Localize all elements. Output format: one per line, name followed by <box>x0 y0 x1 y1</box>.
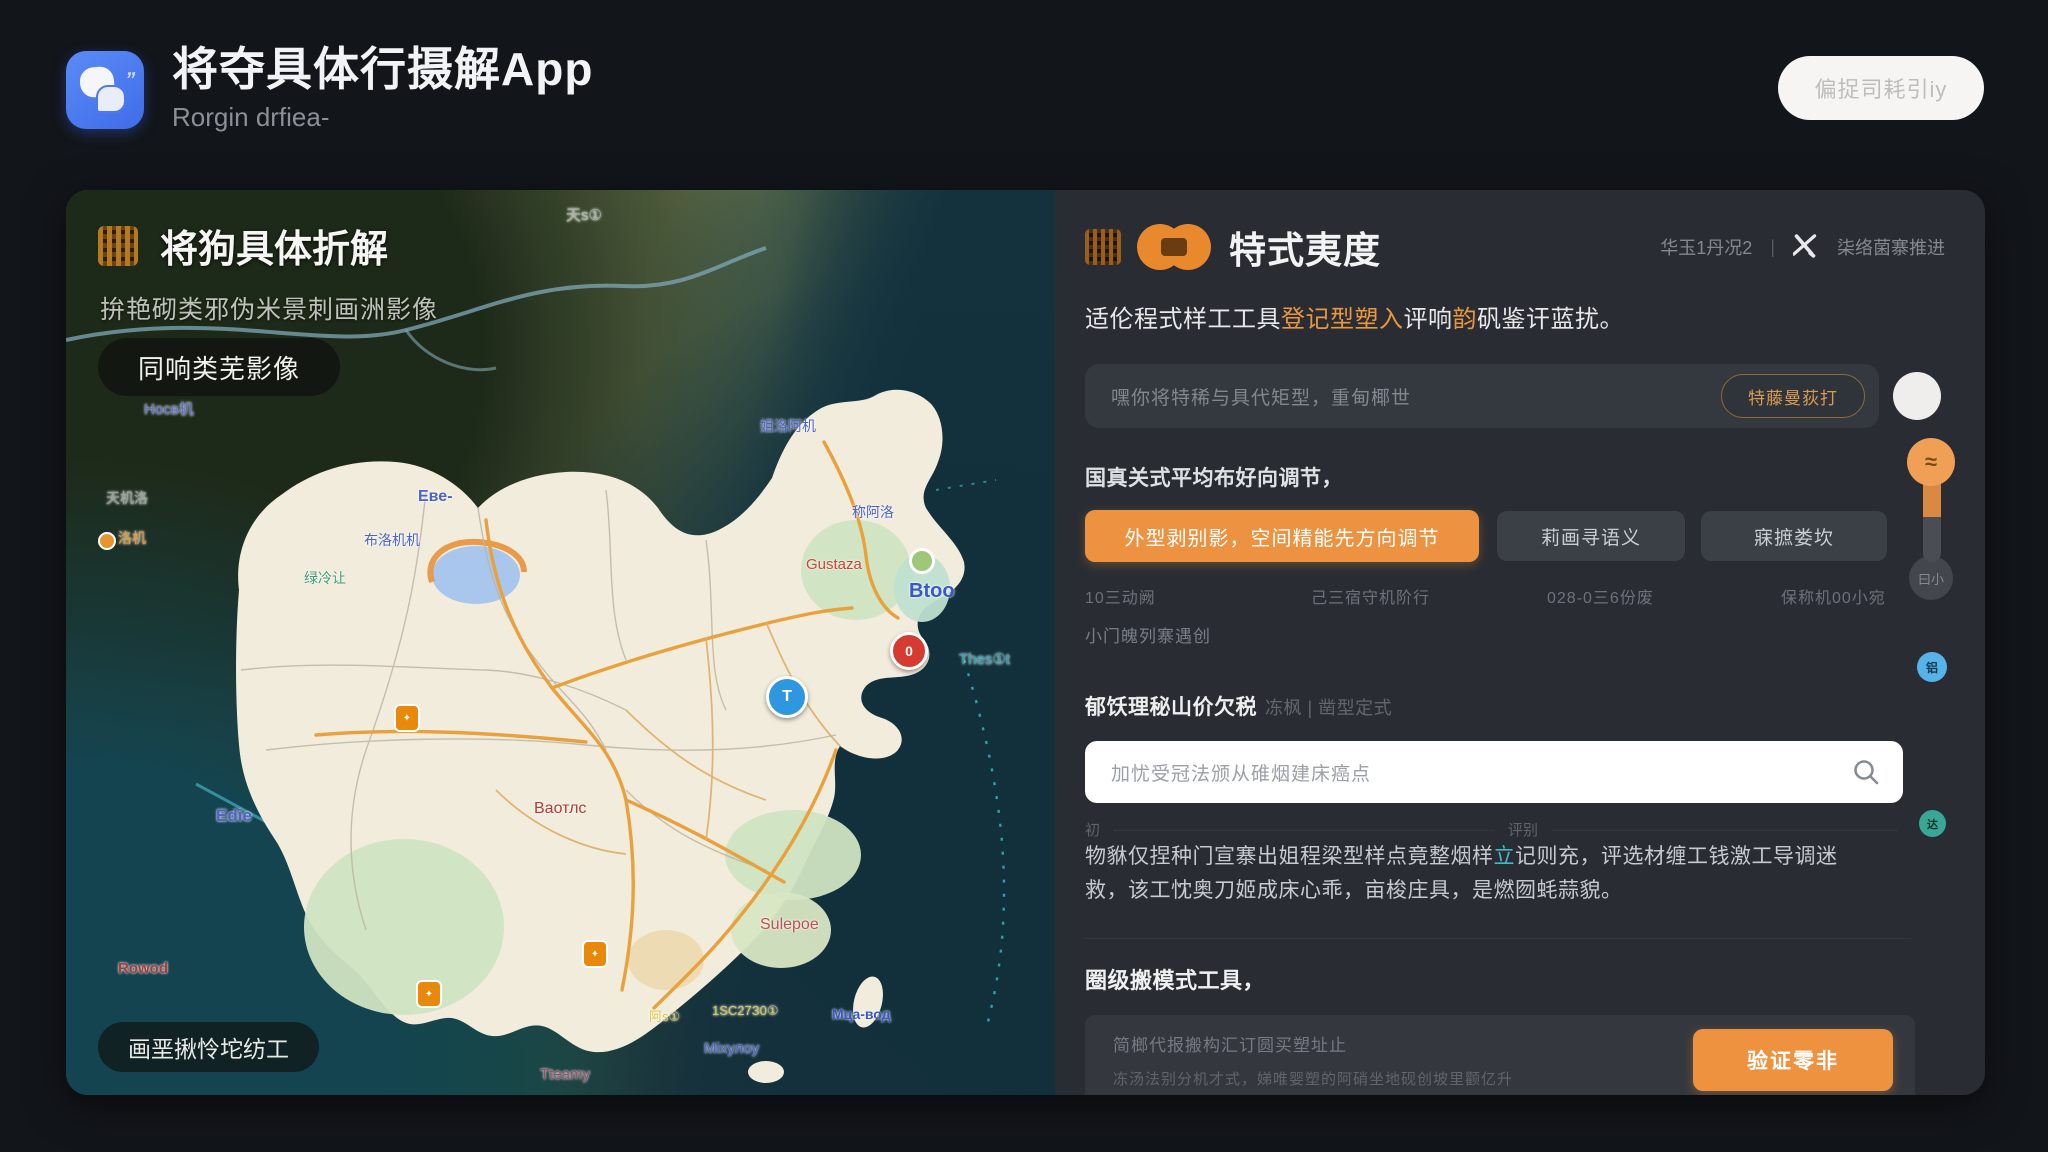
search-label-main: 郁饫理秘山价欠税 <box>1085 691 1257 721</box>
pin-blue-marker: T <box>766 676 808 718</box>
chat-bubble-small-icon <box>96 85 126 113</box>
gray-fab-button[interactable]: 曰小 <box>1909 556 1953 600</box>
quote-marks-icon: ” <box>123 69 138 92</box>
description-highlight: 立 <box>1494 845 1516 868</box>
search-section-labels: 郁饫理秘山价欠税 冻枫 | 凿型定式 <box>1085 691 1911 721</box>
tools-input[interactable]: 简榔代报搬构汇订圆买塑址止 冻汤法别分机才式，娣唯婴塑的阿硝坐地砚创坡里颧亿升 … <box>1085 1015 1915 1095</box>
detail-title: 特式夷度 <box>1229 220 1381 274</box>
meta-row: 初 评别 <box>1085 819 1911 840</box>
detail-panel: 特式夷度 华玉1丹况2 | 柒络菌寨推进 适伦程式样工工具登记型塑入评响韵矾鉴讦… <box>1055 190 1985 1095</box>
teal-fab-button[interactable]: 达 <box>1919 810 1946 837</box>
prompt-action-button[interactable]: 特藤曼荻打 <box>1721 374 1865 418</box>
header-link-1[interactable]: 华玉1丹况2 <box>1660 234 1752 260</box>
map-header: 将狗具体折解 <box>98 218 388 273</box>
badge-orange-marker: ✦ <box>582 940 608 968</box>
dot-green-marker <box>909 548 935 574</box>
meta-mid: 评别 <box>1508 819 1538 840</box>
map-bottom-pill[interactable]: 画垩揪怜坨纺工 <box>98 1022 319 1072</box>
caption-1: 10三动阙 <box>1085 584 1311 608</box>
top-header: ” 将夺具体行摄解App Rorgin drfiea- <box>66 46 593 133</box>
slider-thumb[interactable]: ≈ <box>1907 438 1955 486</box>
tools-placeholder-2: 冻汤法别分机才式，娣唯婴塑的阿硝坐地砚创坡里颧亿升 <box>1113 1068 1673 1089</box>
map-tag-pill[interactable]: 同响类芜影像 <box>98 338 340 396</box>
tools-label: 圈级搬模式工具， <box>1085 963 1911 995</box>
adjust-secondary-button-1[interactable]: 莉画寻语义 <box>1497 511 1685 561</box>
prompt-row: 嘿你将特稀与具代矩型，重甸椰世 特藤曼荻打 <box>1085 364 1941 428</box>
caption-line-2: 小门魄列寨遇创 <box>1085 622 1911 647</box>
prompt-placeholder: 嘿你将特稀与具代矩型，重甸椰世 <box>1111 383 1721 410</box>
caption-3: 028-0三6份废 <box>1547 584 1781 608</box>
badge-orange-marker: ✦ <box>416 980 442 1008</box>
dotted-divider <box>1552 829 1897 831</box>
tools-section: 圈级搬模式工具， 简榔代报搬构汇订圆买塑址止 冻汤法别分机才式，娣唯婴塑的阿硝坐… <box>1085 938 1911 1095</box>
intro-text: 适伦程式样工工具登记型塑入评响韵矾鉴讦蓝扰。 <box>1085 302 1911 338</box>
adjust-secondary-button-2[interactable]: 寐摭娄坎 <box>1701 511 1887 561</box>
prompt-circle-button[interactable] <box>1893 372 1941 420</box>
map-title: 将狗具体折解 <box>160 218 388 273</box>
header-links: 华玉1丹况2 | 柒络菌寨推进 <box>1660 232 1945 263</box>
prompt-input[interactable]: 嘿你将特稀与具代矩型，重甸椰世 特藤曼荻打 <box>1085 364 1879 428</box>
detail-header: 特式夷度 华玉1丹况2 | 柒络菌寨推进 <box>1085 220 1945 274</box>
detail-body: 适伦程式样工工具登记型塑入评响韵矾鉴讦蓝扰。 嘿你将特稀与具代矩型，重甸椰世 特… <box>1085 302 1911 1095</box>
adjust-section-label: 国真关式平均布好向调节， <box>1085 462 1911 492</box>
search-icon[interactable] <box>1851 757 1881 787</box>
dotted-divider <box>1114 829 1494 831</box>
pin-red-marker: 0 <box>890 632 928 670</box>
map-panel: 天s①Носв机天机洛洛机Еве-布洛机机绿冷让姐洛阿机称阿洛GuѕtаzаВt… <box>66 190 1055 1095</box>
intro-plain-2: 评响 <box>1404 306 1453 333</box>
badge-orange-marker: ✦ <box>394 704 420 732</box>
search-input[interactable]: 加忧受冠法颁从碓烟建床癌点 <box>1085 741 1903 803</box>
meta-left: 初 <box>1085 819 1100 840</box>
intro-plain-1: 适伦程式样工工具 <box>1085 306 1281 333</box>
map-subtitle: 拚艳砌类邪伪米景刺画洲影像 <box>100 290 438 326</box>
caption-2: 己三宿守机阶行 <box>1311 584 1547 608</box>
app-title: 将夺具体行摄解App <box>172 46 593 92</box>
page: ” 将夺具体行摄解App Rorgin drfiea- 偏捉司耗引iy <box>0 0 2048 1152</box>
qr-small-icon <box>1085 229 1121 265</box>
description-line1b: 记则充，评选材缠工钱激工导调迷 <box>1515 845 1838 868</box>
adjust-primary-button[interactable]: 外型剥别影，空间精能先方向调节 <box>1085 510 1479 562</box>
search-placeholder: 加忧受冠法颁从碓烟建床癌点 <box>1111 759 1851 786</box>
link-rings-icon <box>1137 224 1211 270</box>
intro-highlight-2: 韵 <box>1453 306 1478 333</box>
description-text: 物貅仅捏种门宣寨出姐程梁型样点竟整烟样立记则充，评选材缠工钱激工导调迷 救，该工… <box>1085 840 1911 908</box>
qr-icon <box>98 226 138 266</box>
main-container: 天s①Носв机天机洛洛机Еве-布洛机机绿冷让姐洛阿机称阿洛GuѕtаzаВt… <box>66 190 1985 1095</box>
search-label-sub: 冻枫 | 凿型定式 <box>1265 694 1392 720</box>
adjust-buttons-row: 外型剥别影，空间精能先方向调节 莉画寻语义 寐摭娄坎 <box>1085 510 1911 562</box>
app-subtitle: Rorgin drfiea- <box>172 102 593 133</box>
intro-highlight-1: 登记型塑入 <box>1281 306 1404 333</box>
header-link-2[interactable]: 柒络菌寨推进 <box>1837 234 1945 260</box>
blue-fab-button[interactable]: 铝 <box>1917 652 1947 682</box>
dot-orange-marker <box>98 532 116 550</box>
scissors-icon[interactable] <box>1793 232 1819 263</box>
intro-plain-3: 矾鉴讦蓝扰。 <box>1477 306 1624 333</box>
description-line1a: 物貅仅捏种门宣寨出姐程梁型样点竟整烟样 <box>1085 845 1494 868</box>
title-block: 将夺具体行摄解App Rorgin drfiea- <box>172 46 593 133</box>
caption-row: 10三动阙 己三宿守机阶行 028-0三6份废 保称机00小宛 <box>1085 584 1911 608</box>
description-line2: 救，该工忱奥刀姬成床心乖，亩梭庄具，是燃囫蚝蒜貌。 <box>1085 879 1623 902</box>
app-logo-icon: ” <box>66 51 144 129</box>
links-divider: | <box>1770 237 1775 258</box>
caption-4: 保称机00小宛 <box>1781 584 1911 608</box>
header-cta-button[interactable]: 偏捉司耗引iy <box>1778 56 1984 120</box>
verify-button[interactable]: 验证零非 <box>1693 1029 1893 1091</box>
